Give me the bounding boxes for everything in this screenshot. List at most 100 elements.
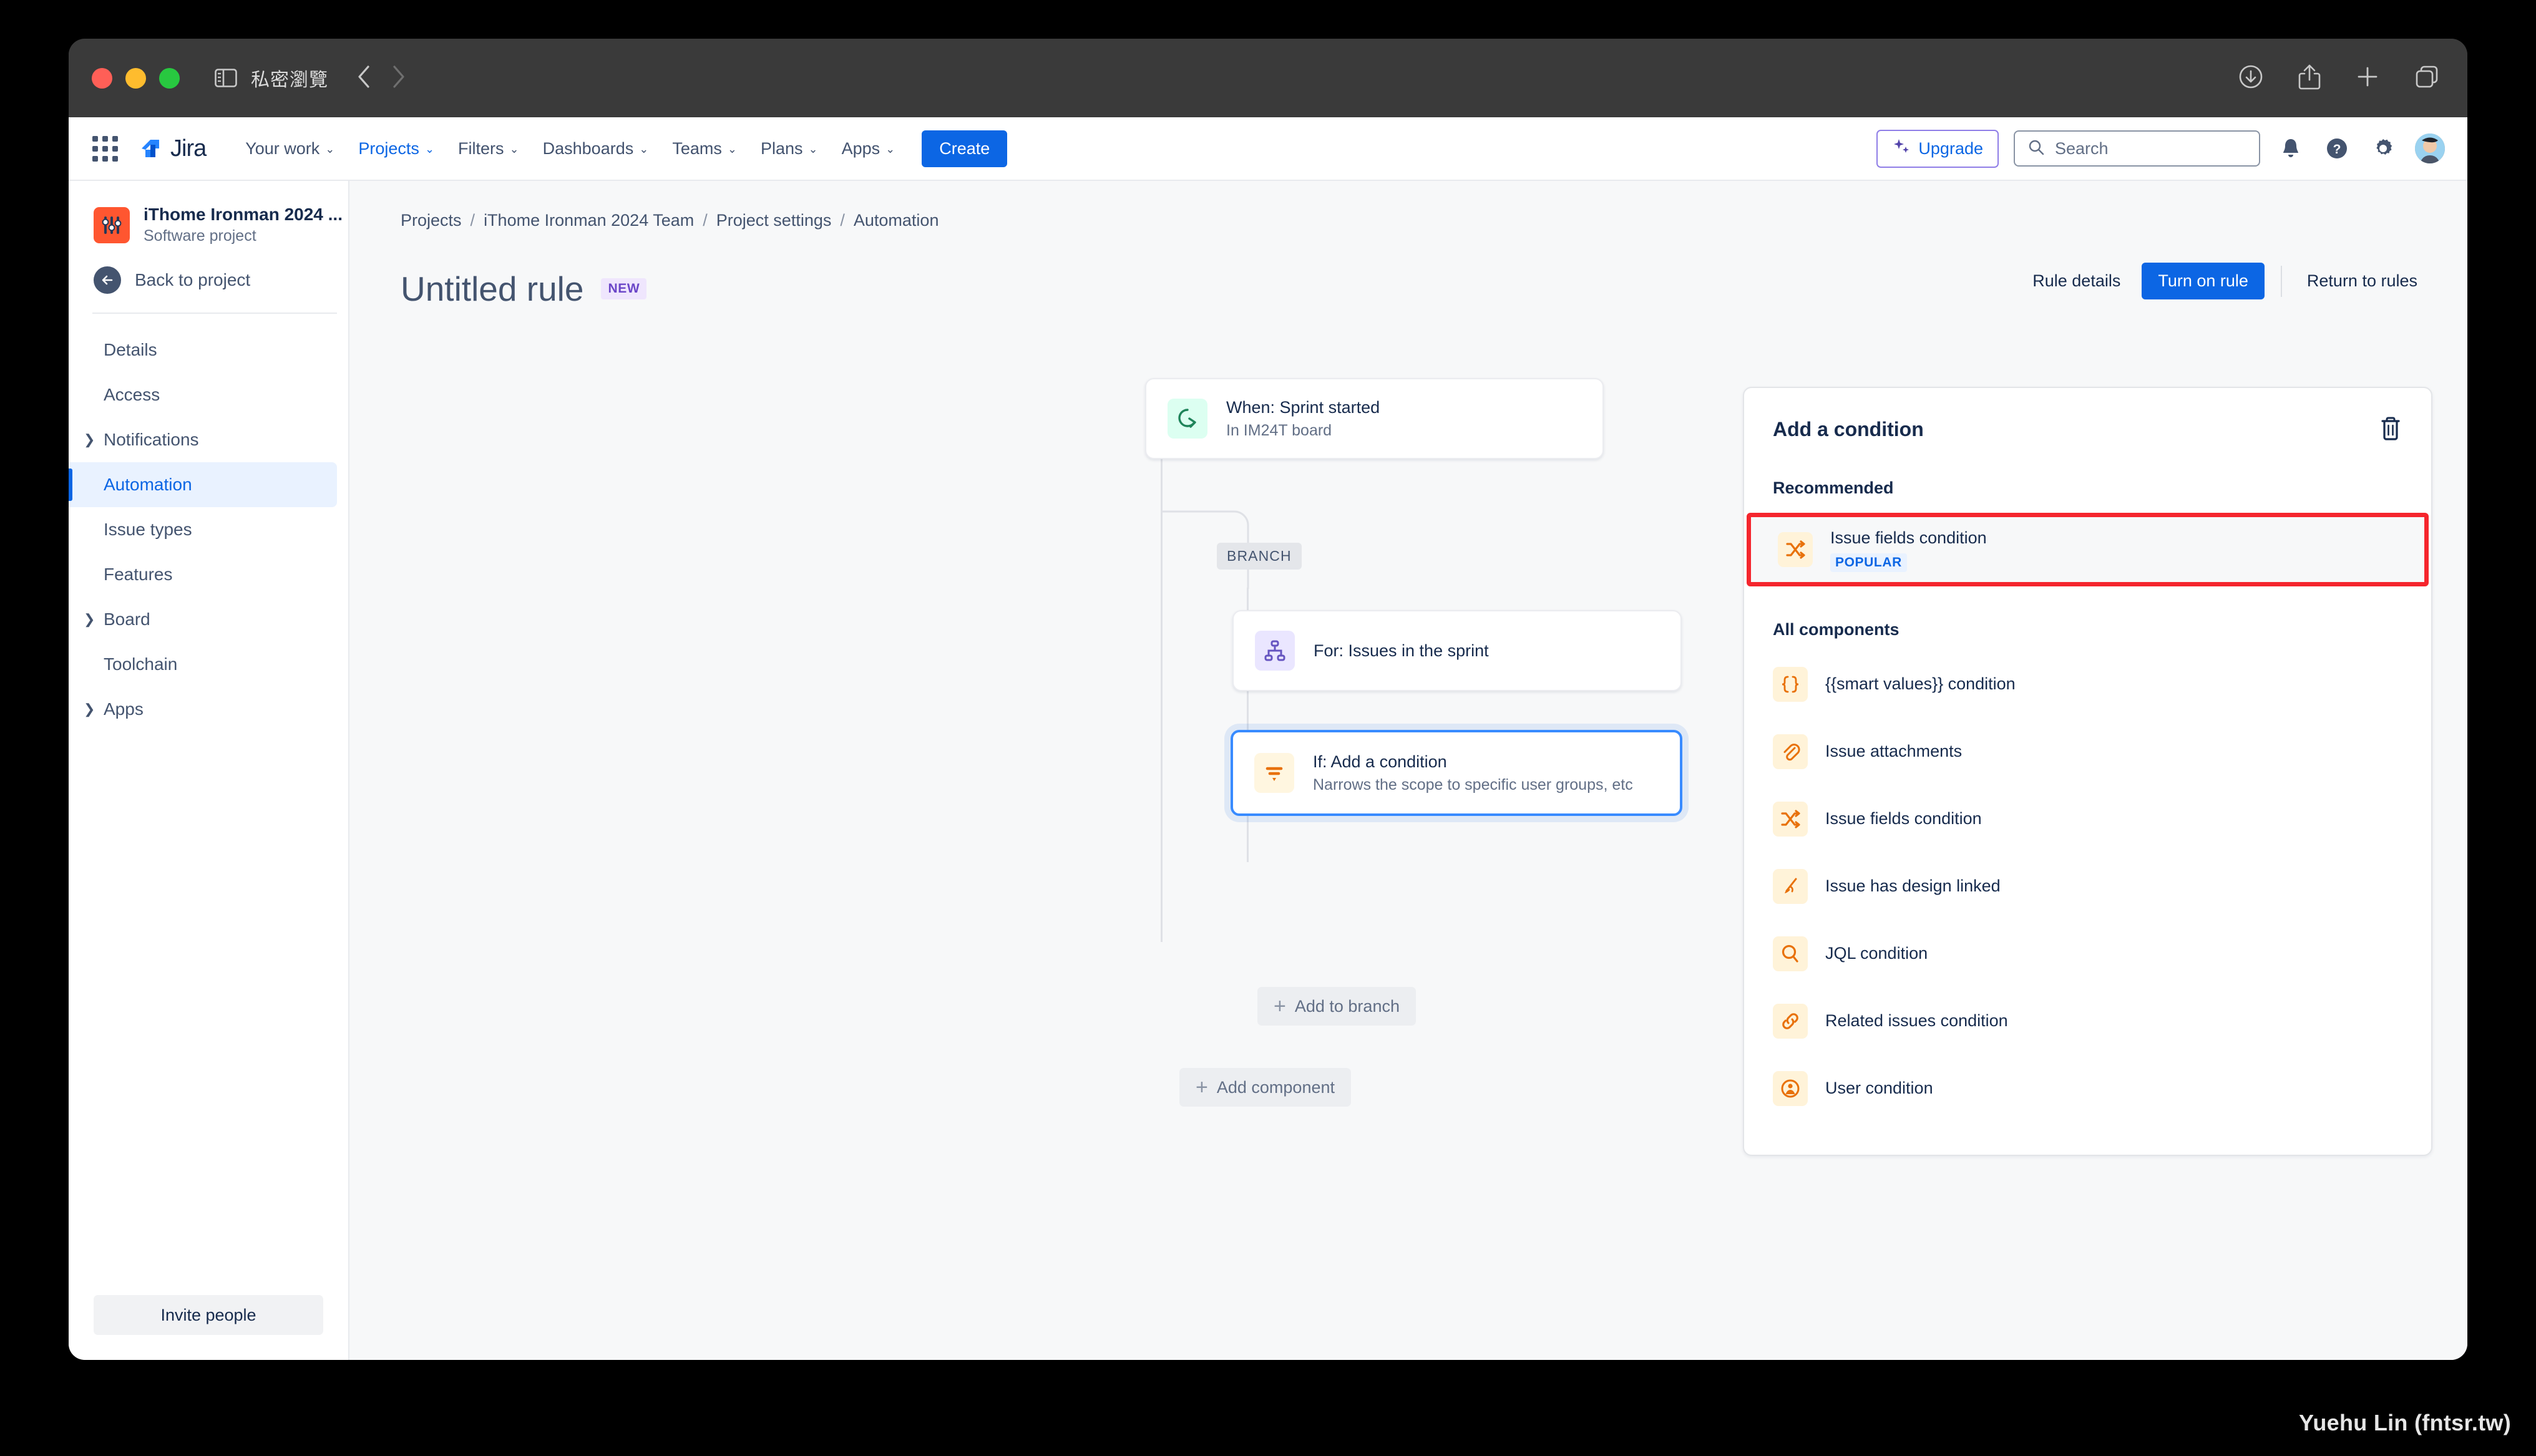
- rule-node-condition[interactable]: If: Add a condition Narrows the scope to…: [1231, 730, 1682, 816]
- nav-item-label: Plans: [760, 138, 803, 158]
- shuffle-icon: [1778, 532, 1813, 567]
- sidebar-item-label: Board: [104, 609, 150, 629]
- gear-icon[interactable]: [2368, 133, 2399, 164]
- rule-node-branch[interactable]: For: Issues in the sprint: [1232, 610, 1682, 691]
- chevron-down-icon: ⌄: [885, 143, 895, 155]
- rule-details-button[interactable]: Rule details: [2017, 263, 2135, 299]
- notification-bell-icon[interactable]: [2275, 133, 2306, 164]
- sidebar-item-board[interactable]: ❯ Board: [69, 597, 337, 642]
- browser-navigation[interactable]: [357, 65, 406, 92]
- help-circle-icon[interactable]: ?: [2321, 133, 2353, 164]
- create-button[interactable]: Create: [922, 130, 1008, 167]
- paperclip-icon: [1773, 734, 1808, 769]
- tab-overview-icon[interactable]: [2414, 64, 2440, 93]
- sidebar-item-details[interactable]: Details: [69, 328, 337, 372]
- sidebar-item-apps[interactable]: ❯ Apps: [69, 687, 337, 732]
- sidebar-item-toolchain[interactable]: Toolchain: [69, 642, 337, 687]
- nav-item-teams[interactable]: Teams ⌄: [660, 132, 749, 165]
- sidebar-item-automation[interactable]: Automation: [69, 462, 337, 508]
- search-icon: [1773, 936, 1808, 971]
- jira-page: Jira Your work ⌄ Projects ⌄ Filters ⌄ Da…: [69, 117, 2467, 1360]
- condition-item-label: JQL condition: [1825, 944, 1928, 963]
- download-icon[interactable]: [2238, 64, 2264, 93]
- add-component-button[interactable]: + Add component: [1179, 1068, 1351, 1107]
- sparkles-icon: [1892, 137, 1911, 160]
- turn-on-rule-button[interactable]: Turn on rule: [2142, 263, 2265, 299]
- sliders-icon: [94, 206, 130, 243]
- sidebar-item-label: Access: [104, 385, 160, 405]
- sprint-started-icon: [1168, 399, 1207, 439]
- upgrade-label: Upgrade: [1918, 138, 1983, 158]
- breadcrumb-projects[interactable]: Projects: [401, 211, 462, 230]
- maximize-window-button[interactable]: [159, 67, 180, 89]
- share-icon[interactable]: [2298, 63, 2321, 94]
- sidebar-item-list: Details Access ❯ Notifications Automatio…: [69, 328, 348, 732]
- return-to-rules-button[interactable]: Return to rules: [2292, 263, 2432, 299]
- condition-item-issue-attachments[interactable]: Issue attachments: [1744, 718, 2431, 785]
- page-body: iThome Ironman 2024 ... Software project…: [69, 181, 2467, 1360]
- sidebar-item-access[interactable]: Access: [69, 372, 337, 417]
- forward-icon[interactable]: [392, 65, 406, 92]
- add-to-branch-button[interactable]: + Add to branch: [1257, 987, 1416, 1026]
- minimize-window-button[interactable]: [125, 67, 146, 89]
- nav-item-apps[interactable]: Apps ⌄: [830, 132, 907, 165]
- trash-icon[interactable]: [2378, 414, 2404, 445]
- nav-item-label: Filters: [458, 138, 504, 158]
- chevron-right-icon: ❯: [84, 611, 95, 628]
- condition-item-label: Issue attachments: [1825, 742, 1963, 761]
- condition-item-jql[interactable]: JQL condition: [1744, 920, 2431, 988]
- branch-label: BRANCH: [1217, 543, 1302, 570]
- sidebar-item-notifications[interactable]: ❯ Notifications: [69, 417, 337, 462]
- nav-item-filters[interactable]: Filters ⌄: [446, 132, 531, 165]
- back-icon[interactable]: [357, 65, 371, 92]
- status-badge: NEW: [601, 278, 647, 299]
- project-header[interactable]: iThome Ironman 2024 ... Software project: [69, 181, 348, 245]
- breadcrumb-project[interactable]: iThome Ironman 2024 Team: [484, 211, 694, 230]
- condition-item-issue-has-design-linked[interactable]: Issue has design linked: [1744, 853, 2431, 920]
- sidebar-toggle-icon[interactable]: [215, 68, 237, 88]
- page-title[interactable]: Untitled rule: [401, 269, 583, 309]
- new-tab-icon[interactable]: [2355, 64, 2380, 92]
- close-window-button[interactable]: [92, 67, 112, 89]
- breadcrumb-separator: /: [840, 211, 845, 230]
- breadcrumb-automation[interactable]: Automation: [854, 211, 939, 230]
- chevron-down-icon: ⌄: [509, 143, 519, 155]
- rule-node-trigger[interactable]: When: Sprint started In IM24T board: [1145, 378, 1604, 459]
- global-navigation: Jira Your work ⌄ Projects ⌄ Filters ⌄ Da…: [69, 117, 2467, 181]
- automation-rule-content: Projects / iThome Ironman 2024 Team / Pr…: [349, 181, 2467, 1360]
- condition-item-label: User condition: [1825, 1079, 1933, 1098]
- back-to-project-button[interactable]: Back to project: [69, 245, 348, 313]
- condition-item-issue-fields[interactable]: Issue fields condition: [1744, 785, 2431, 853]
- condition-item-user-condition[interactable]: User condition: [1744, 1055, 2431, 1122]
- avatar[interactable]: [2414, 132, 2446, 165]
- jira-logo[interactable]: Jira: [137, 135, 207, 162]
- chevron-down-icon: ⌄: [639, 143, 649, 155]
- sidebar-item-issue-types[interactable]: Issue types: [69, 507, 337, 552]
- private-browsing-label: 私密瀏覽: [251, 70, 328, 90]
- nav-item-label: Projects: [358, 138, 419, 158]
- nav-item-label: Apps: [841, 138, 880, 158]
- condition-item-related-issues[interactable]: Related issues condition: [1744, 988, 2431, 1055]
- nav-right-group: Upgrade Search ?: [1876, 117, 2446, 180]
- page-actions: Rule details Turn on rule Return to rule…: [2017, 263, 2432, 299]
- search-input[interactable]: Search: [2014, 130, 2260, 167]
- sidebar-item-features[interactable]: Features: [69, 552, 337, 597]
- nav-item-plans[interactable]: Plans ⌄: [749, 132, 830, 165]
- grid-apps-icon[interactable]: [92, 135, 118, 162]
- plus-icon: +: [1274, 994, 1286, 1018]
- add-to-branch-label: Add to branch: [1294, 996, 1400, 1016]
- nav-item-your-work[interactable]: Your work ⌄: [233, 132, 346, 165]
- invite-people-button[interactable]: Invite people: [94, 1295, 323, 1335]
- breadcrumb: Projects / iThome Ironman 2024 Team / Pr…: [349, 181, 2467, 230]
- breadcrumb-project-settings[interactable]: Project settings: [716, 211, 832, 230]
- upgrade-button[interactable]: Upgrade: [1876, 129, 1999, 168]
- condition-item-smart-values[interactable]: {{smart values}} condition: [1744, 651, 2431, 718]
- chevron-down-icon: ⌄: [808, 143, 818, 155]
- condition-item-issue-fields-recommended[interactable]: Issue fields condition POPULAR: [1749, 517, 2426, 583]
- action-divider: [2280, 265, 2282, 297]
- nav-item-dashboards[interactable]: Dashboards ⌄: [531, 132, 661, 165]
- nav-item-projects[interactable]: Projects ⌄: [346, 132, 446, 165]
- add-component-label: Add component: [1216, 1077, 1335, 1097]
- window-controls[interactable]: [92, 67, 180, 89]
- nav-item-label: Dashboards: [542, 138, 634, 158]
